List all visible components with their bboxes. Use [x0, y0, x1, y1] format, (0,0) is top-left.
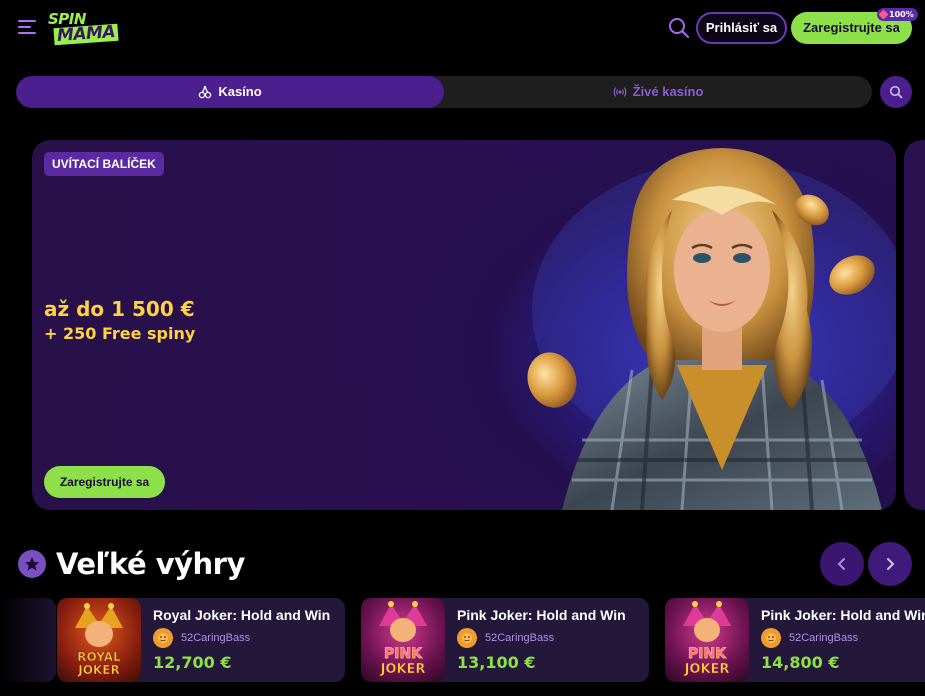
- winner-username: 52CaringBass: [181, 632, 251, 644]
- thumb-title-1: PINK: [384, 646, 423, 662]
- banner-register-button[interactable]: Zaregistrujte sa: [44, 466, 165, 498]
- tab-casino-label: Kasíno: [218, 84, 262, 99]
- winner-username: 52CaringBass: [789, 632, 859, 644]
- tab-live-casino-label: Živé kasíno: [632, 84, 704, 99]
- win-card[interactable]: PINK JOKER Pink Joker: Hold and Win 52Ca…: [361, 598, 649, 682]
- game-name[interactable]: Pink Joker: Hold and Win: [761, 606, 925, 624]
- hero-illustration: [527, 148, 896, 510]
- login-button[interactable]: Prihlásiť sa: [696, 12, 787, 44]
- category-tabs: Kasíno Živé kasíno: [16, 76, 872, 108]
- winner-row: 52CaringBass: [761, 628, 858, 648]
- banner-tag: UVÍTACÍ BALÍČEK: [44, 152, 164, 176]
- logo[interactable]: SPIN MAMA: [48, 12, 120, 46]
- search-icon[interactable]: [668, 17, 690, 39]
- winner-row: 52CaringBass: [153, 628, 250, 648]
- thumb-title-2: JOKER: [380, 662, 426, 677]
- carousel-prev-button[interactable]: [820, 542, 864, 586]
- previous-card-peek: [0, 598, 56, 682]
- live-broadcast-icon: [613, 87, 626, 97]
- next-banner-peek[interactable]: [904, 140, 925, 510]
- tab-live-casino[interactable]: Živé kasíno: [444, 76, 872, 108]
- avatar: [457, 628, 477, 648]
- gem-icon: [878, 9, 889, 20]
- jester-icon: PINK JOKER: [683, 601, 731, 677]
- win-amount: 14,800 €: [761, 653, 840, 672]
- game-thumbnail[interactable]: PINK JOKER: [361, 598, 445, 682]
- win-amount: 12,700 €: [153, 653, 232, 672]
- menu-icon[interactable]: [18, 19, 38, 35]
- thumb-title-1: ROYAL: [77, 650, 121, 664]
- avatar: [153, 628, 173, 648]
- avatar: [761, 628, 781, 648]
- search-icon: [889, 85, 903, 99]
- game-thumbnail[interactable]: PINK JOKER: [665, 598, 749, 682]
- promo-banner[interactable]: UVÍTACÍ BALÍČEK až do 1 500 € + 250 Free…: [32, 140, 896, 510]
- big-wins-carousel: ROYAL JOKER Royal Joker: Hold and Win 52…: [0, 598, 925, 682]
- game-name[interactable]: Royal Joker: Hold and Win: [153, 606, 339, 624]
- star-icon: [18, 550, 46, 578]
- win-card[interactable]: PINK JOKER Pink Joker: Hold and Win 52Ca…: [665, 598, 925, 682]
- logo-text-mama: MAMA: [53, 22, 119, 46]
- winner-row: 52CaringBass: [457, 628, 554, 648]
- cherry-icon: [199, 85, 212, 99]
- tab-casino[interactable]: Kasíno: [16, 76, 444, 108]
- jester-icon: ROYAL JOKER: [75, 603, 123, 677]
- bonus-badge: 100%: [877, 8, 918, 21]
- chevron-right-icon: [887, 558, 895, 570]
- big-wins-title: Veľké výhry: [56, 547, 245, 581]
- game-name[interactable]: Pink Joker: Hold and Win: [457, 606, 643, 624]
- jester-icon: PINK JOKER: [379, 601, 427, 677]
- win-card[interactable]: ROYAL JOKER Royal Joker: Hold and Win 52…: [57, 598, 345, 682]
- game-search-button[interactable]: [880, 76, 912, 108]
- chevron-left-icon: [837, 558, 845, 570]
- header: SPIN MAMA Prihlásiť sa Zaregistrujte sa …: [0, 0, 925, 58]
- banner-amount: až do 1 500 €: [44, 297, 195, 321]
- thumb-title-1: PINK: [688, 646, 727, 662]
- thumb-title-2: JOKER: [684, 662, 730, 677]
- win-amount: 13,100 €: [457, 653, 536, 672]
- bonus-badge-text: 100%: [889, 10, 914, 19]
- carousel-next-button[interactable]: [868, 542, 912, 586]
- thumb-title-2: JOKER: [77, 663, 119, 677]
- game-thumbnail[interactable]: ROYAL JOKER: [57, 598, 141, 682]
- winner-username: 52CaringBass: [485, 632, 555, 644]
- banner-free-spins: + 250 Free spiny: [44, 324, 196, 343]
